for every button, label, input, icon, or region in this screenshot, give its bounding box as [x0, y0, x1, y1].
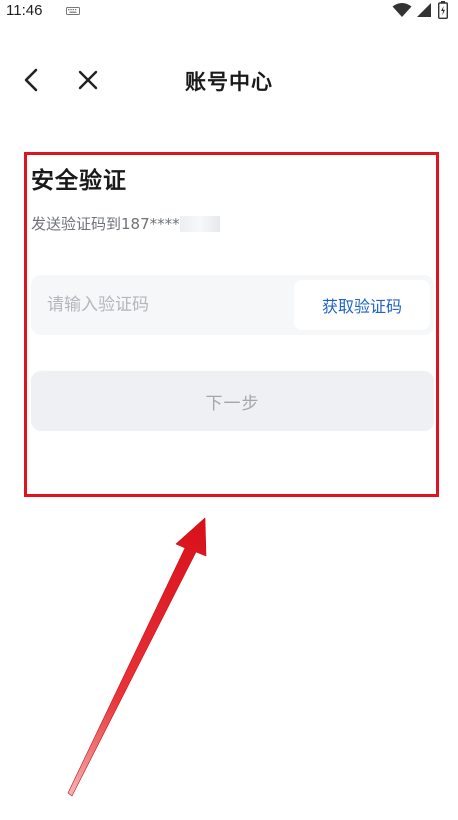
send-code-hint: 发送验证码到187****	[31, 213, 220, 234]
next-step-button[interactable]: 下一步	[31, 371, 434, 431]
status-time: 11:46	[6, 2, 43, 19]
battery-icon	[438, 1, 448, 19]
masked-phone-blur	[179, 216, 220, 232]
keyboard-icon	[66, 7, 80, 15]
verification-title: 安全验证	[31, 168, 127, 194]
app-header: 账号中心	[0, 52, 458, 108]
status-bar: 11:46	[0, 0, 458, 24]
page-title: 账号中心	[185, 70, 273, 94]
verification-code-row: 获取验证码	[31, 275, 434, 335]
verification-code-input[interactable]	[47, 275, 277, 335]
get-code-button[interactable]: 获取验证码	[294, 280, 430, 330]
wifi-icon	[392, 3, 412, 17]
security-verification-panel: 安全验证 发送验证码到187**** 获取验证码 下一步	[24, 152, 439, 497]
send-code-hint-text: 发送验证码到187****	[31, 215, 180, 233]
signal-icon	[417, 3, 431, 17]
